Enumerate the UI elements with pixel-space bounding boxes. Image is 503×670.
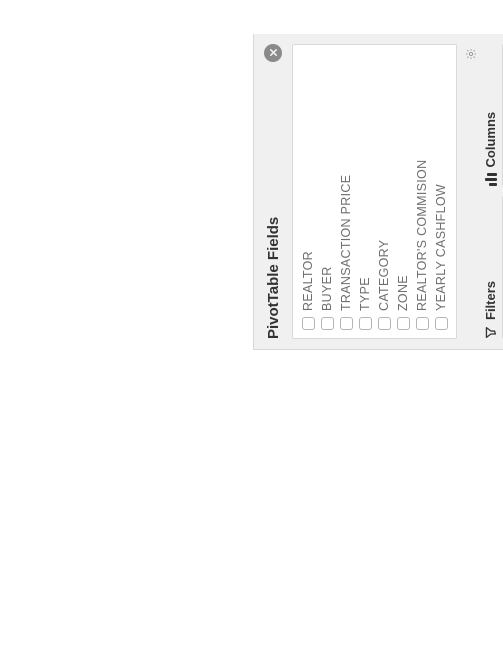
layout-toolbar xyxy=(463,44,477,339)
drop-areas: Filters Columns xyxy=(483,44,503,339)
pivottable-fields-panel: PivotTable Fields REALTOR BUYER xyxy=(253,34,503,350)
field-item[interactable]: REALTOR'S COMMISION xyxy=(415,53,429,330)
field-label: CATEGORY xyxy=(377,240,391,311)
checkbox-icon[interactable] xyxy=(435,317,448,330)
filters-text: Filters xyxy=(483,281,498,320)
checkbox-icon[interactable] xyxy=(378,317,391,330)
columns-icon xyxy=(484,174,497,187)
checkbox-icon[interactable] xyxy=(321,317,334,330)
close-icon xyxy=(269,49,278,58)
field-item[interactable]: ZONE xyxy=(396,53,410,330)
field-item[interactable]: TYPE xyxy=(358,53,372,330)
field-item[interactable]: REALTOR xyxy=(301,53,315,330)
field-label: YEARLY CASHFLOW xyxy=(434,184,448,311)
field-label: TYPE xyxy=(358,277,372,311)
field-item[interactable]: TRANSACTION PRICE xyxy=(339,53,353,330)
stage: PivotTable Fields REALTOR BUYER xyxy=(0,0,503,670)
pivottable-fields-panel-wrap: PivotTable Fields REALTOR BUYER xyxy=(253,34,503,350)
field-label: REALTOR xyxy=(301,251,315,311)
field-label: ZONE xyxy=(396,275,410,311)
columns-label: Columns xyxy=(483,44,498,187)
field-item[interactable]: BUYER xyxy=(320,53,334,330)
filters-label: Filters xyxy=(483,197,498,340)
close-button[interactable] xyxy=(264,44,282,62)
filter-icon xyxy=(484,326,497,339)
field-list[interactable]: REALTOR BUYER TRANSACTION PRICE TYPE CAT… xyxy=(292,44,457,339)
columns-area: Columns xyxy=(483,44,503,187)
checkbox-icon[interactable] xyxy=(416,317,429,330)
field-item[interactable]: YEARLY CASHFLOW xyxy=(434,53,448,330)
field-label: BUYER xyxy=(320,266,334,311)
checkbox-icon[interactable] xyxy=(340,317,353,330)
checkbox-icon[interactable] xyxy=(359,317,372,330)
field-item[interactable]: CATEGORY xyxy=(377,53,391,330)
filters-area: Filters xyxy=(483,197,503,340)
field-label: REALTOR'S COMMISION xyxy=(415,160,429,311)
columns-text: Columns xyxy=(483,112,498,168)
gear-icon[interactable] xyxy=(465,48,477,60)
field-label: TRANSACTION PRICE xyxy=(339,175,353,311)
checkbox-icon[interactable] xyxy=(302,317,315,330)
panel-header: PivotTable Fields xyxy=(262,44,286,339)
checkbox-icon[interactable] xyxy=(397,317,410,330)
panel-title: PivotTable Fields xyxy=(265,217,282,339)
